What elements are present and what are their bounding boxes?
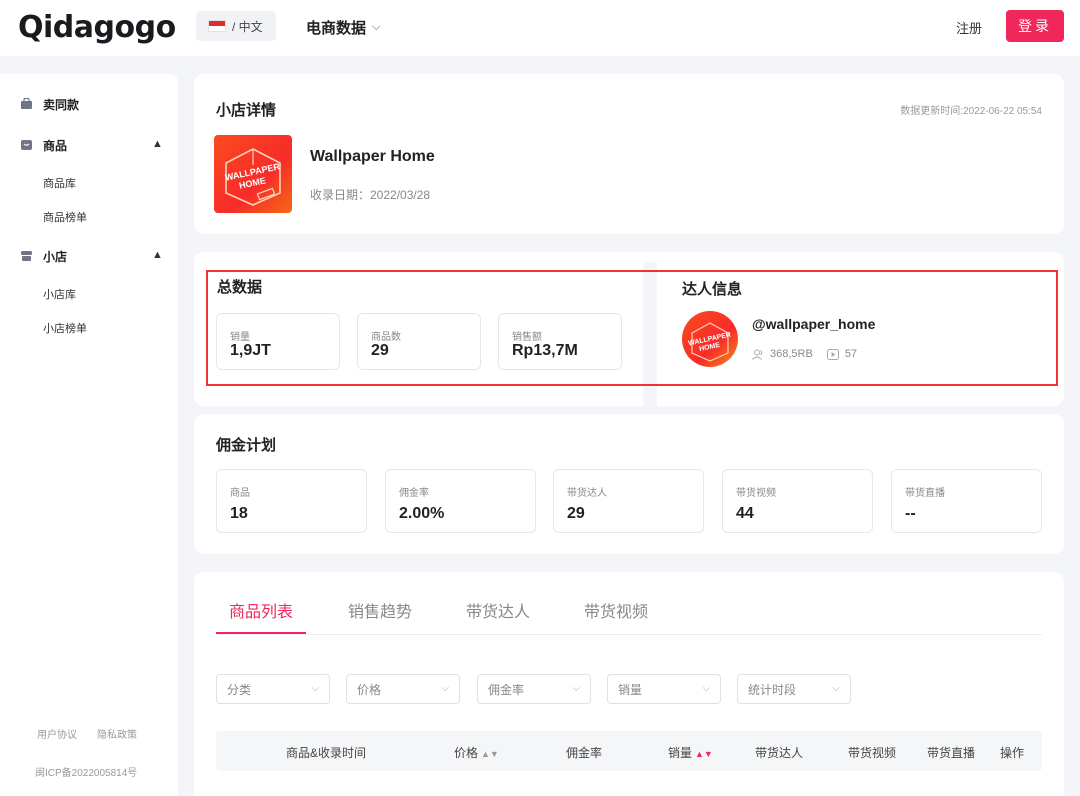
filter-period[interactable]: 统计时段 ⌵ (737, 674, 851, 704)
shop-collected-date: 收录日期：2022/03/28 (310, 188, 431, 202)
column-videos: 带货视频 (848, 744, 896, 761)
tab-talents[interactable]: 带货达人 (466, 598, 530, 622)
commission-stat-talents: 带货达人 29 (553, 469, 704, 533)
sidebar-item-sell-same[interactable]: 卖同款 (20, 94, 79, 114)
column-label: 带货达人 (755, 746, 804, 760)
column-talents: 带货达人 (755, 744, 803, 761)
stat-value: 2.00% (399, 505, 445, 522)
commission-stat-videos: 带货视频 44 (722, 469, 873, 533)
page-title: 小店详情 (216, 102, 277, 119)
column-label: 佣金率 (566, 746, 603, 760)
sidebar-item-store-library[interactable]: 小店库 (43, 286, 76, 302)
column-label: 价格 (454, 746, 479, 760)
sidebar-item-store-ranking[interactable]: 小店榜单 (43, 320, 87, 336)
stat-value: 18 (230, 505, 248, 522)
filter-label: 分类 (227, 682, 252, 697)
filter-commission-rate[interactable]: 佣金率 ⌵ (477, 674, 591, 704)
chevron-down-icon: ⌵ (702, 683, 710, 694)
column-sales-volume[interactable]: 销量 ▲▼ (668, 744, 713, 761)
stat-value: 44 (736, 505, 754, 522)
filter-category[interactable]: 分类 ⌵ (216, 674, 330, 704)
active-tab-indicator (216, 632, 306, 634)
sidebar-item-label: 小店 (43, 249, 68, 264)
data-update-time: 数据更新时间:2022-06-22 05:54 (900, 106, 1042, 117)
shop-detail-card: 小店详情 数据更新时间:2022-06-22 05:54 WALLPAPER H… (194, 74, 1064, 234)
filter-label: 统计时段 (748, 682, 797, 697)
shop-logo-art: WALLPAPER HOME (224, 148, 281, 206)
commission-stat-products: 商品 18 (216, 469, 367, 533)
ecommerce-data-menu[interactable]: 电商数据 ⌵ (306, 17, 380, 38)
sidebar-item-products[interactable]: 商品 (20, 135, 67, 155)
brand-logo[interactable]: Qidagogo (18, 10, 176, 45)
filter-label: 佣金率 (488, 682, 525, 697)
chevron-up-icon[interactable]: ▲ (152, 249, 163, 261)
chevron-down-icon: ⌵ (441, 683, 449, 694)
stat-label: 商品 (230, 488, 250, 499)
column-label: 销量 (668, 746, 693, 760)
nav-menu-label: 电商数据 (306, 20, 367, 37)
stat-value: -- (905, 505, 916, 522)
filter-price[interactable]: 价格 ⌵ (346, 674, 460, 704)
column-label: 带货视频 (848, 746, 897, 760)
highlight-frame (206, 270, 1058, 386)
filter-sales-volume[interactable]: 销量 ⌵ (607, 674, 721, 704)
language-label: / 中文 (232, 19, 263, 34)
login-button[interactable]: 登录 (1006, 10, 1064, 42)
stat-value: 29 (567, 505, 585, 522)
tab-product-list[interactable]: 商品列表 (229, 598, 293, 622)
commission-stat-rate: 佣金率 2.00% (385, 469, 536, 533)
column-label: 商品&收录时间 (286, 746, 367, 760)
column-live: 带货直播 (927, 744, 975, 761)
sidebar: 卖同款 商品 ▲ 商品库 商品榜单 小店 ▲ 小店库 小店榜单 用户协议 隐私政… (0, 74, 178, 796)
column-label: 操作 (1000, 746, 1025, 760)
tab-sales-trend[interactable]: 销售趋势 (348, 598, 412, 622)
filter-label: 销量 (618, 682, 643, 697)
chevron-down-icon: ⌵ (832, 683, 840, 694)
sort-icon[interactable]: ▲▼ (481, 749, 499, 759)
filter-label: 价格 (357, 682, 382, 697)
shop-logo: WALLPAPER HOME (214, 135, 292, 213)
sort-active-icon[interactable]: ▲▼ (695, 749, 713, 759)
register-link[interactable]: 注册 (956, 18, 982, 37)
top-header: Qidagogo / 中文 电商数据 ⌵ 注册 登录 (0, 0, 1080, 56)
commission-stat-live: 带货直播 -- (891, 469, 1042, 533)
chevron-up-icon[interactable]: ▲ (152, 138, 163, 150)
sidebar-item-product-ranking[interactable]: 商品榜单 (43, 209, 87, 225)
stat-label: 带货达人 (567, 488, 607, 499)
privacy-policy-link[interactable]: 隐私政策 (97, 726, 137, 741)
sidebar-item-product-library[interactable]: 商品库 (43, 175, 76, 191)
chevron-down-icon: ⌵ (372, 21, 381, 33)
column-commission-rate: 佣金率 (566, 744, 602, 761)
indonesia-flag-icon (208, 20, 226, 32)
footer-links: 用户协议 隐私政策 (37, 726, 137, 741)
stat-label: 带货视频 (736, 488, 776, 499)
column-price[interactable]: 价格 ▲▼ (454, 744, 499, 761)
store-icon (21, 251, 32, 261)
language-switcher[interactable]: / 中文 (196, 11, 276, 41)
table-header: 商品&收录时间 价格 ▲▼ 佣金率 销量 ▲▼ 带货达人 带货视频 带货直播 操作 (216, 731, 1042, 771)
icp-license[interactable]: 闽ICP备2022005814号 (35, 764, 137, 779)
column-product: 商品&收录时间 (286, 744, 366, 761)
tab-videos[interactable]: 带货视频 (584, 598, 648, 622)
commission-title: 佣金计划 (216, 437, 277, 454)
product-icon (21, 140, 32, 150)
chevron-down-icon: ⌵ (311, 683, 319, 694)
sidebar-item-stores[interactable]: 小店 (20, 246, 67, 266)
chevron-down-icon: ⌵ (572, 683, 580, 694)
sidebar-item-label: 卖同款 (43, 97, 80, 112)
shop-bag-icon (21, 98, 32, 109)
stat-label: 带货直播 (905, 488, 945, 499)
column-label: 带货直播 (927, 746, 976, 760)
tab-divider (216, 634, 1042, 635)
sidebar-item-label: 商品 (43, 138, 68, 153)
column-actions: 操作 (1000, 744, 1024, 761)
shop-name: Wallpaper Home (310, 148, 435, 165)
user-agreement-link[interactable]: 用户协议 (37, 726, 77, 741)
stat-label: 佣金率 (399, 488, 429, 499)
